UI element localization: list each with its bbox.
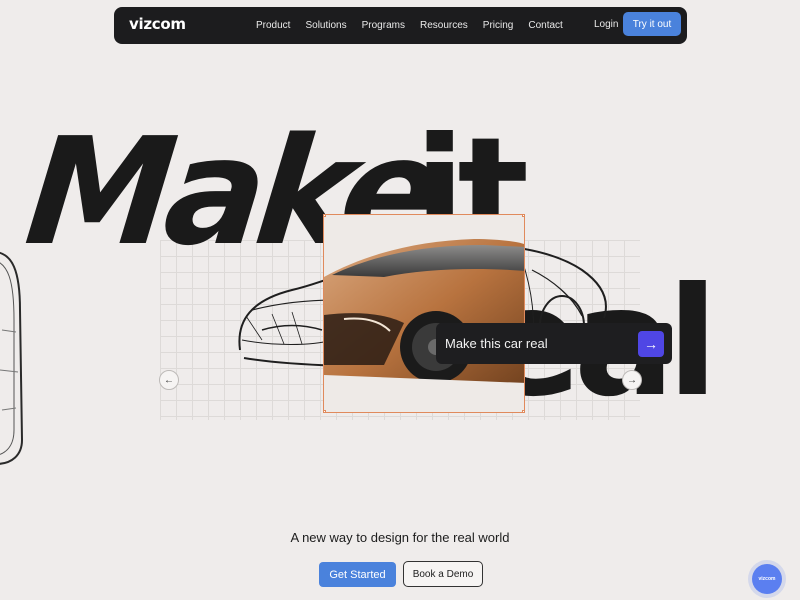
nav-link-contact[interactable]: Contact [528, 20, 562, 31]
prompt-box[interactable]: Make this car real → [436, 323, 672, 364]
carousel-next-button[interactable]: → [622, 370, 642, 390]
arrow-right-icon: → [627, 374, 637, 386]
tagline: A new way to design for the real world [290, 530, 510, 545]
carousel-prev-button[interactable]: ← [159, 370, 179, 390]
nav-link-solutions[interactable]: Solutions [305, 20, 346, 31]
book-demo-button[interactable]: Book a Demo [403, 561, 483, 587]
prompt-text[interactable]: Make this car real [445, 336, 548, 351]
nav-link-product[interactable]: Product [256, 20, 290, 31]
nav-link-resources[interactable]: Resources [420, 20, 468, 31]
login-link[interactable]: Login [594, 19, 618, 30]
nav-link-pricing[interactable]: Pricing [483, 20, 514, 31]
prompt-submit-button[interactable]: → [638, 331, 664, 357]
arrow-right-icon: → [644, 336, 658, 352]
resize-handle-bottom-left[interactable] [324, 410, 326, 412]
chat-widget-label: vizcom [758, 576, 776, 582]
resize-handle-top-left[interactable] [324, 215, 326, 217]
resize-handle-top-right[interactable] [522, 215, 524, 217]
try-it-out-button[interactable]: Try it out [623, 12, 681, 36]
arrow-left-icon: ← [164, 374, 174, 386]
get-started-button[interactable]: Get Started [319, 562, 396, 587]
top-navbar: vizcom Product Solutions Programs Resour… [114, 7, 687, 44]
chat-widget-button[interactable]: vizcom [752, 564, 782, 594]
vizcom-logo[interactable]: vizcom [129, 15, 186, 33]
rendered-car-image [324, 239, 524, 412]
nav-link-programs[interactable]: Programs [362, 20, 405, 31]
resize-handle-bottom-right[interactable] [522, 410, 524, 412]
nav-links: Product Solutions Programs Resources Pri… [256, 7, 578, 44]
side-sketch-image [0, 251, 24, 465]
render-frame[interactable] [323, 214, 525, 413]
